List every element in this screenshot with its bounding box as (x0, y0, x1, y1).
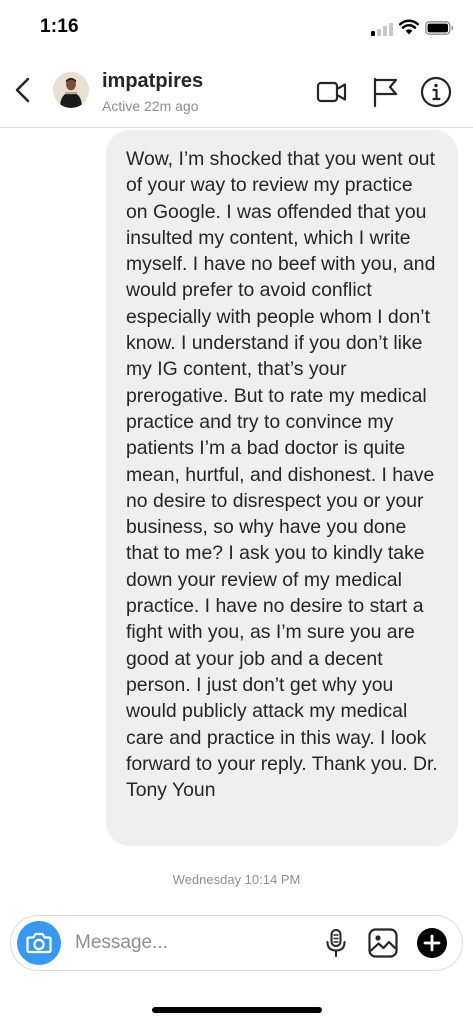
gallery-icon (368, 928, 398, 958)
avatar[interactable] (53, 72, 89, 108)
active-status: Active 22m ago (102, 98, 199, 114)
microphone-icon (326, 929, 346, 957)
back-button[interactable] (10, 75, 36, 105)
cellular-signal-icon (371, 22, 393, 36)
camera-icon (26, 932, 52, 954)
info-button[interactable] (419, 75, 453, 109)
message-timestamp: Wednesday 10:14 PM (172, 872, 301, 887)
report-button[interactable] (369, 75, 403, 109)
message-bubble[interactable]: Wow, I’m shocked that you went out of yo… (106, 130, 458, 846)
battery-icon (425, 21, 454, 35)
status-time: 1:16 (40, 16, 79, 37)
plus-icon (417, 928, 447, 958)
voice-message-button[interactable] (320, 927, 352, 959)
video-call-button[interactable] (315, 75, 349, 109)
wifi-icon (399, 19, 419, 35)
video-camera-icon (316, 81, 347, 103)
camera-button[interactable] (17, 921, 61, 965)
status-bar: 1:16 (0, 0, 473, 56)
home-indicator[interactable] (152, 1007, 322, 1013)
chat-header: impatpires Active 22m ago (0, 56, 473, 128)
message-input[interactable] (75, 924, 315, 962)
chevron-left-icon (15, 77, 30, 103)
flag-icon (373, 77, 398, 108)
info-icon (420, 76, 452, 108)
message-composer (10, 915, 463, 971)
more-options-button[interactable] (416, 927, 448, 959)
gallery-button[interactable] (367, 927, 399, 959)
message-text: Wow, I’m shocked that you went out of yo… (126, 148, 438, 802)
chat-username[interactable]: impatpires (102, 70, 203, 93)
profile-photo (53, 72, 89, 108)
